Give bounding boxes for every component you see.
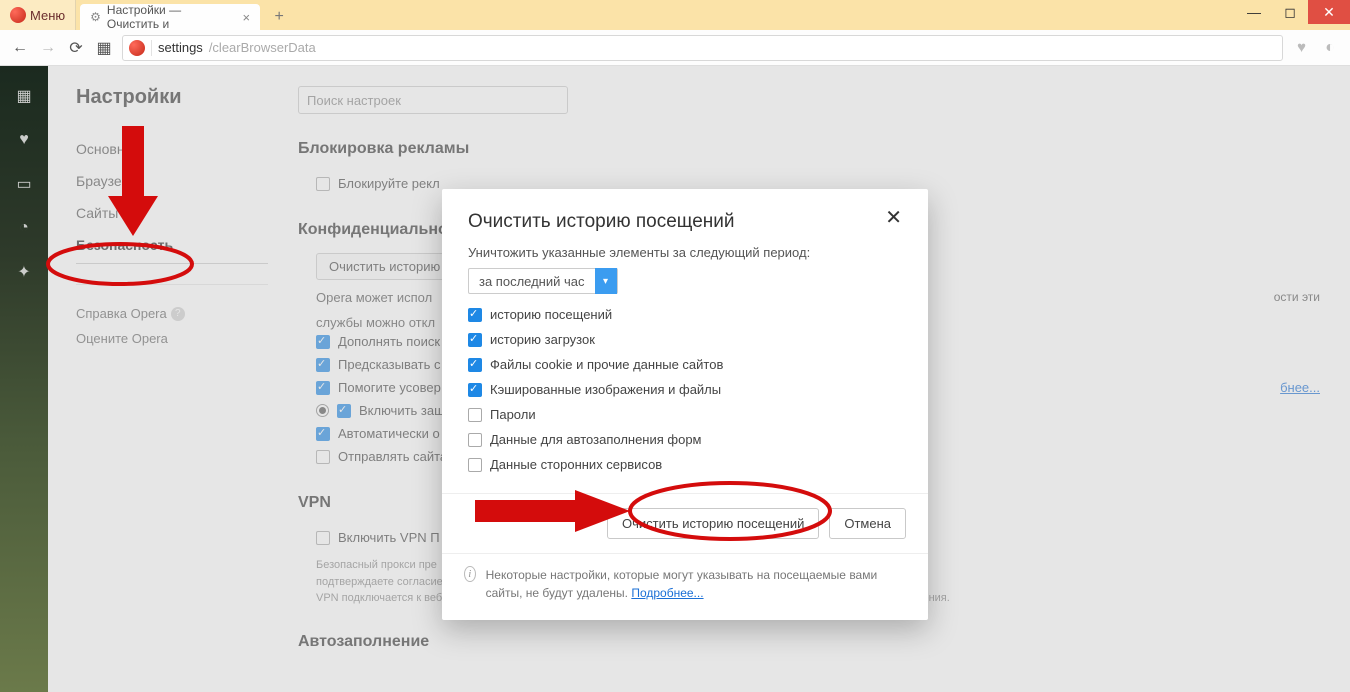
menu-label: Меню — [30, 8, 65, 23]
window-minimize-button[interactable]: — — [1236, 0, 1272, 24]
dialog-learn-more-link[interactable]: Подробнее... — [631, 586, 703, 600]
chk-downloads[interactable] — [468, 333, 482, 347]
new-tab-button[interactable]: + — [266, 4, 292, 30]
window-close-button[interactable]: ✕ — [1308, 0, 1350, 24]
chk-cache[interactable] — [468, 383, 482, 397]
tab-title: Настройки — Очистить и — [107, 3, 233, 31]
opera-logo-icon — [10, 7, 26, 23]
window-titlebar: Меню ⚙ Настройки — Очистить и × + — ◻ ✕ — [0, 0, 1350, 30]
opera-menu-button[interactable]: Меню — [0, 0, 76, 30]
bookmark-heart-icon[interactable]: ♥ — [1291, 39, 1312, 56]
speed-sidebar: ▦ ♥ ▭ ◔ ✦ — [0, 66, 48, 692]
chk-passwords[interactable] — [468, 408, 482, 422]
dialog-title: Очистить историю посещений — [468, 211, 735, 233]
url-host: settings — [158, 40, 203, 55]
clear-data-dialog: Очистить историю посещений ✕ Уничтожить … — [442, 189, 928, 620]
address-bar[interactable]: settings/clearBrowserData — [122, 35, 1283, 61]
period-value: за последний час — [469, 274, 595, 289]
browser-toolbar: ← → ⟳ ▦ settings/clearBrowserData ♥ ◐ — [0, 30, 1350, 66]
gear-icon: ⚙ — [90, 10, 101, 24]
period-select[interactable]: за последний час ▾ — [468, 268, 618, 294]
speeddial-button[interactable]: ▦ — [94, 38, 114, 58]
window-controls: — ◻ ✕ — [1236, 0, 1350, 24]
back-button[interactable]: ← — [10, 39, 30, 57]
sb-news-icon[interactable]: ▭ — [14, 174, 34, 194]
window-maximize-button[interactable]: ◻ — [1272, 0, 1308, 24]
info-icon: i — [464, 566, 476, 582]
sb-heart-icon[interactable]: ♥ — [14, 130, 34, 150]
sb-extensions-icon[interactable]: ✦ — [14, 262, 34, 282]
dialog-close-button[interactable]: ✕ — [885, 211, 902, 225]
sb-grid-icon[interactable]: ▦ — [14, 86, 34, 106]
reload-button[interactable]: ⟳ — [66, 38, 86, 58]
dialog-cancel-button[interactable]: Отмена — [829, 508, 906, 539]
chk-thirdparty[interactable] — [468, 458, 482, 472]
tab-close-icon[interactable]: × — [243, 10, 251, 25]
dialog-period-label: Уничтожить указанные элементы за следующ… — [468, 245, 902, 260]
forward-button[interactable]: → — [38, 39, 58, 57]
chk-autofill[interactable] — [468, 433, 482, 447]
profile-icon[interactable]: ◐ — [1320, 39, 1340, 57]
sb-history-icon[interactable]: ◔ — [14, 218, 34, 238]
chevron-down-icon[interactable]: ▾ — [595, 268, 617, 294]
chk-history[interactable] — [468, 308, 482, 322]
url-path: /clearBrowserData — [209, 40, 316, 55]
dialog-footnote: Некоторые настройки, которые могут указы… — [486, 566, 906, 602]
browser-tab[interactable]: ⚙ Настройки — Очистить и × — [80, 4, 260, 30]
dialog-clear-button[interactable]: Очистить историю посещений — [607, 508, 819, 539]
chk-cookies[interactable] — [468, 358, 482, 372]
opera-badge-icon — [129, 40, 145, 56]
